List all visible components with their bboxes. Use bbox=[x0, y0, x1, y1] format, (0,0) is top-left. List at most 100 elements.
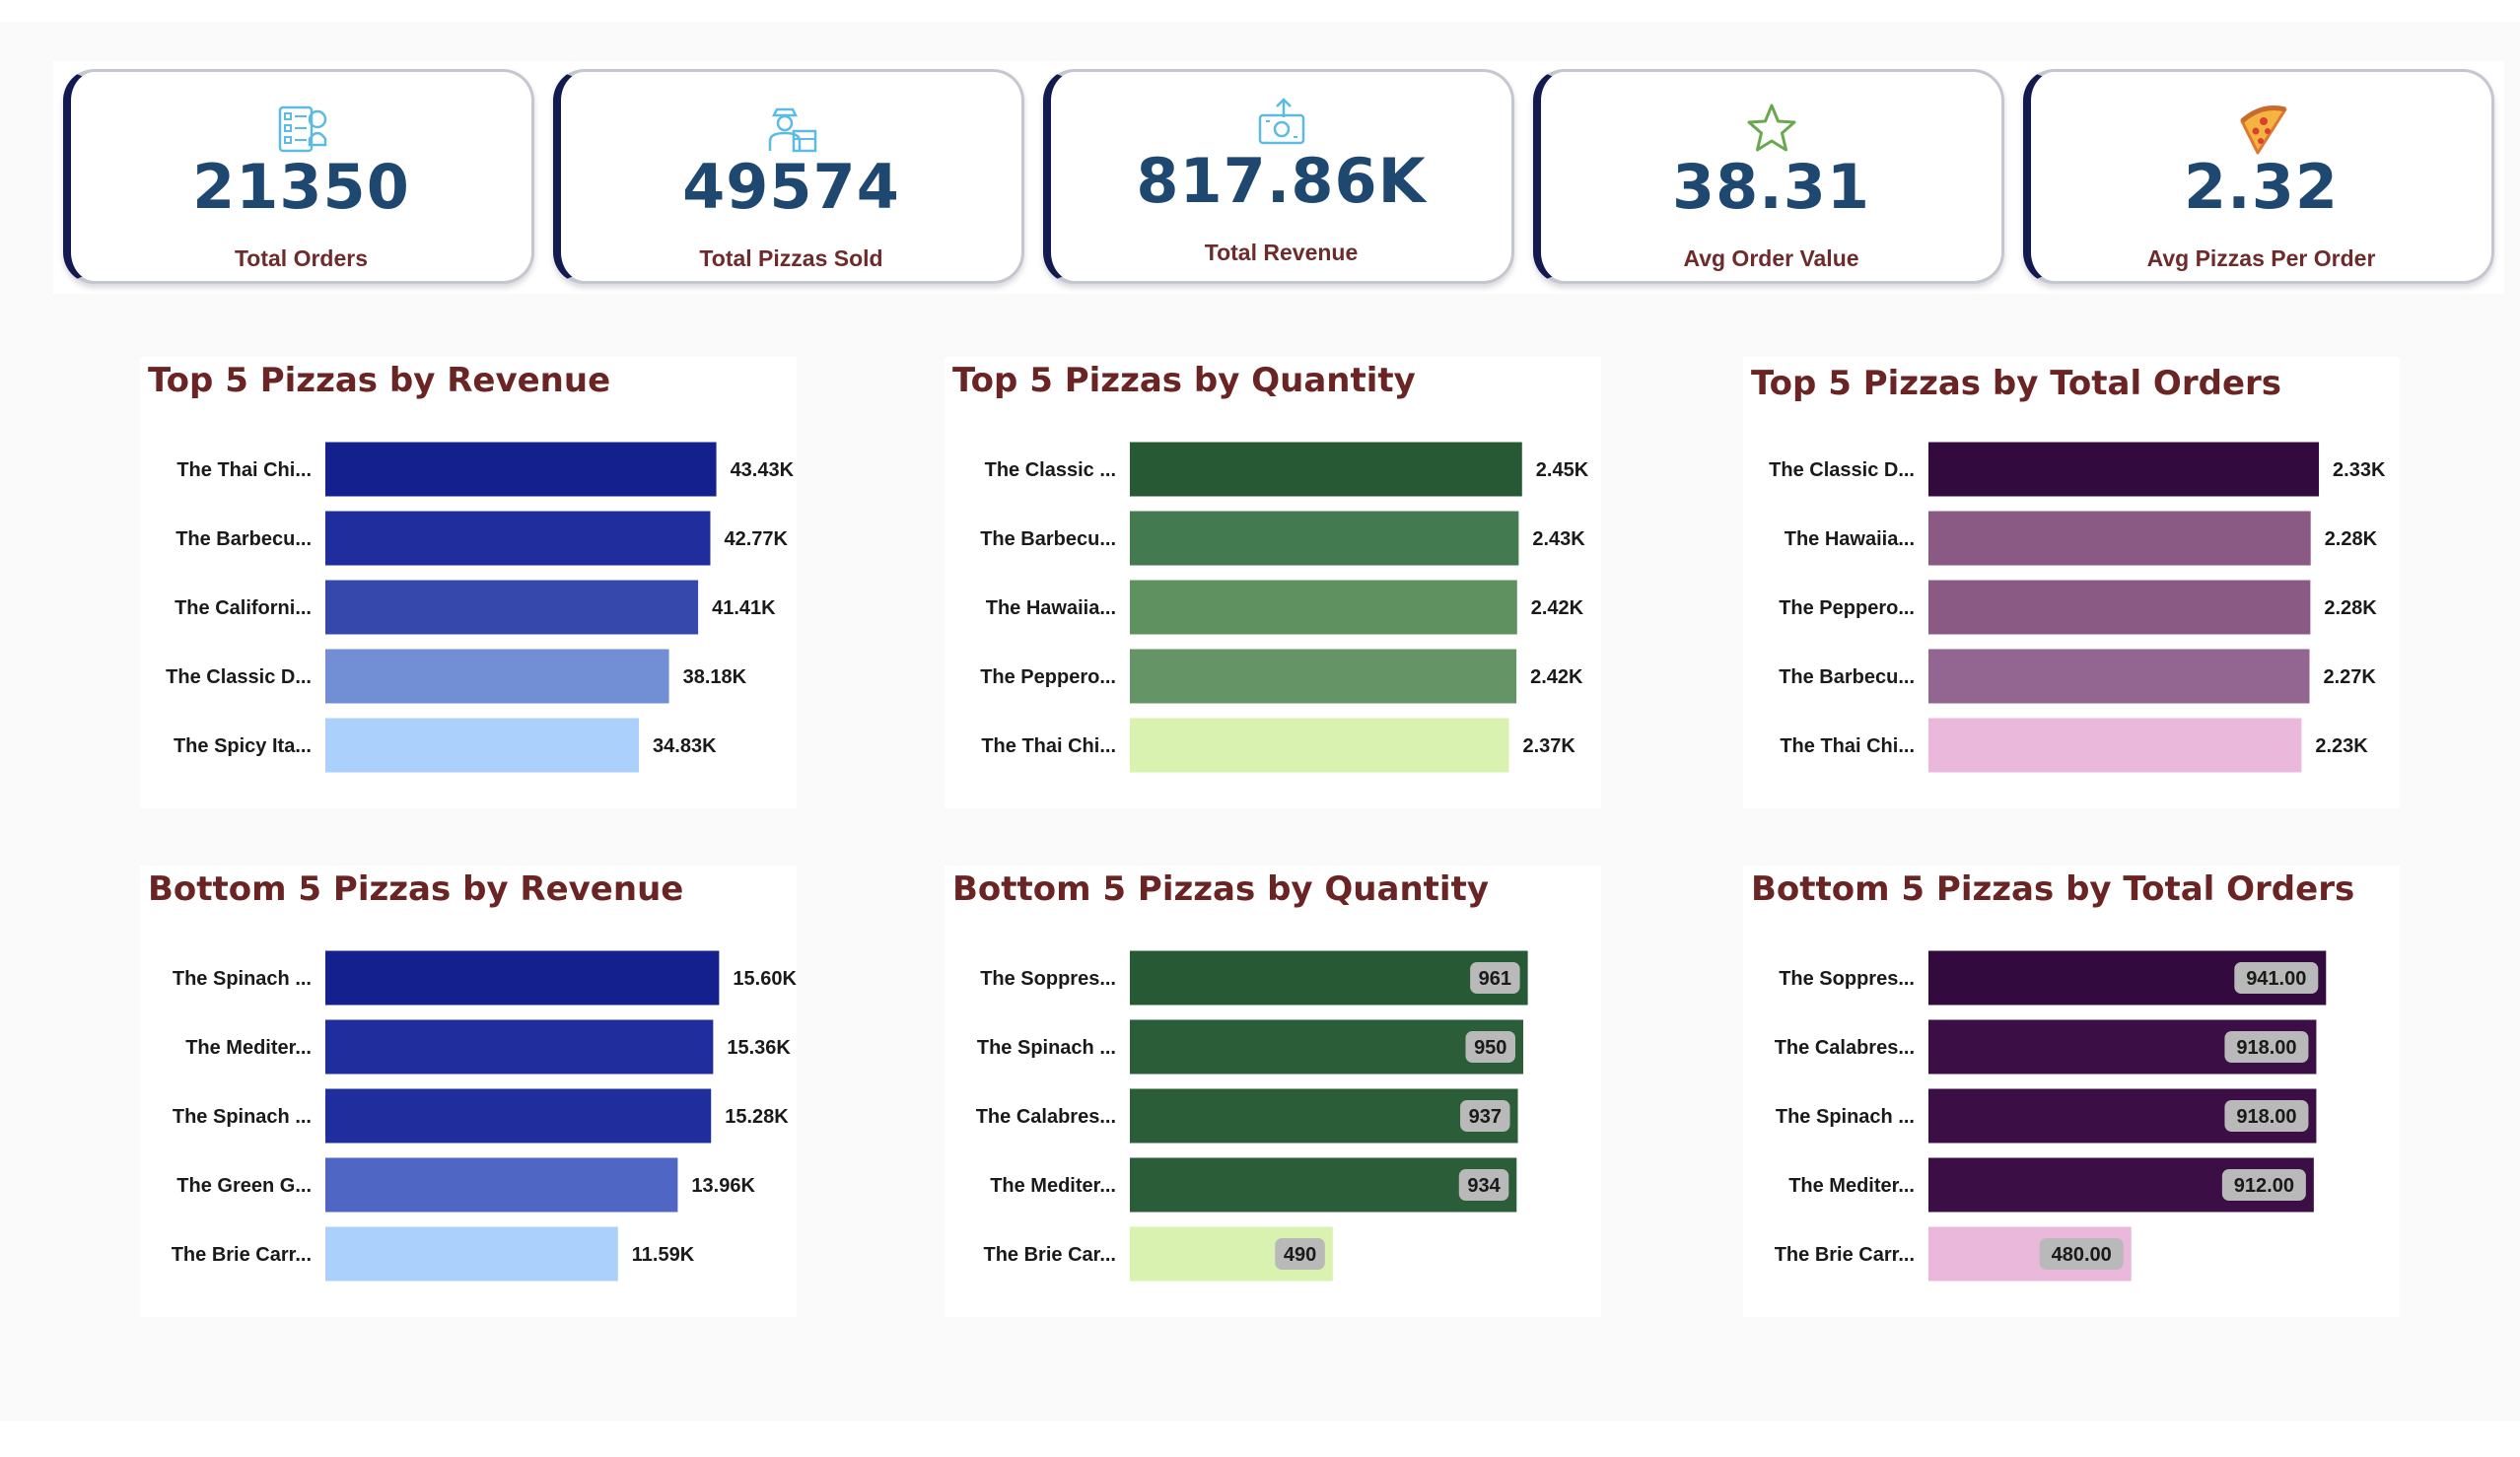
kpi-value: 2.32 bbox=[2184, 151, 2339, 223]
bar-chart: The Spinach ... 15.60K The Mediter... 15.36… bbox=[172, 950, 797, 1282]
data-label: 2.42K bbox=[1531, 597, 1584, 619]
bar bbox=[325, 580, 699, 635]
data-label: 2.42K bbox=[1530, 666, 1583, 688]
kpi-label: Total Revenue bbox=[1204, 240, 1359, 265]
category-label: The Thai Chi... bbox=[176, 459, 312, 481]
bar bbox=[1130, 649, 1517, 704]
bar bbox=[1130, 718, 1509, 773]
category-label: The Mediter... bbox=[1788, 1175, 1915, 1197]
data-label: 490 bbox=[1284, 1244, 1316, 1266]
category-label: The Barbecu... bbox=[980, 528, 1116, 550]
data-label: 13.96K bbox=[691, 1175, 755, 1197]
category-label: The Brie Car... bbox=[984, 1244, 1117, 1266]
kpi-label: Avg Order Value bbox=[1683, 245, 1859, 271]
kpi-card-avg-order-value[interactable]: 38.31 Avg Order Value bbox=[1533, 69, 2004, 284]
category-label: The Californi... bbox=[175, 597, 312, 619]
order-list-icon bbox=[278, 105, 326, 153]
bar-chart: The Soppres... 961 The Spinach ... 950 The C… bbox=[976, 950, 1528, 1282]
bar bbox=[1130, 442, 1522, 497]
category-label: The Hawaiia... bbox=[1785, 528, 1915, 550]
bar bbox=[325, 1157, 678, 1213]
bar bbox=[325, 1088, 712, 1144]
category-label: The Calabres... bbox=[976, 1106, 1116, 1128]
category-label: The Spinach ... bbox=[173, 1106, 312, 1128]
data-label: 43.43K bbox=[731, 459, 795, 481]
category-label: The Barbecu... bbox=[1779, 666, 1915, 688]
kpi-card-total-revenue[interactable]: 817.86K Total Revenue bbox=[1043, 69, 1514, 284]
category-label: The Classic D... bbox=[1769, 459, 1915, 481]
category-label: The Classic ... bbox=[985, 459, 1116, 481]
bar bbox=[325, 442, 717, 497]
bar bbox=[1130, 1019, 1523, 1075]
category-label: The Classic D... bbox=[166, 666, 312, 688]
bar bbox=[325, 1019, 714, 1075]
chart-top5-quantity: Top 5 Pizzas by Quantity The Classic ...… bbox=[945, 357, 1601, 808]
kpi-value: 817.86K bbox=[1136, 145, 1427, 217]
bar bbox=[1130, 511, 1519, 566]
category-label: The Green G... bbox=[176, 1175, 312, 1197]
data-label: 15.60K bbox=[733, 968, 797, 990]
money-upload-icon bbox=[1258, 98, 1304, 145]
category-label: The Spinach ... bbox=[1776, 1106, 1915, 1128]
category-label: The Spicy Ita... bbox=[174, 735, 312, 757]
category-label: The Thai Chi... bbox=[1780, 735, 1915, 757]
bar bbox=[1928, 442, 2320, 497]
delivery-person-icon bbox=[768, 107, 816, 153]
category-label: The Brie Carr... bbox=[1775, 1244, 1915, 1266]
category-label: The Mediter... bbox=[185, 1037, 312, 1059]
category-label: The Calabres... bbox=[1775, 1037, 1915, 1059]
category-label: The Thai Chi... bbox=[981, 735, 1116, 757]
chart-bottom5-revenue: Bottom 5 Pizzas by Revenue The Spinach .… bbox=[140, 866, 797, 1317]
bar bbox=[1130, 1088, 1518, 1144]
data-label: 11.59K bbox=[632, 1244, 695, 1266]
data-label: 42.77K bbox=[724, 528, 788, 550]
data-label: 2.28K bbox=[2324, 597, 2377, 619]
bar bbox=[1130, 950, 1528, 1006]
data-label: 38.18K bbox=[683, 666, 747, 688]
category-label: The Peppero... bbox=[1779, 597, 1915, 619]
data-label: 41.41K bbox=[712, 597, 776, 619]
bar-chart: The Classic D... 2.33K The Hawaiia... 2.28K… bbox=[1769, 442, 2386, 773]
kpi-card-avg-pizzas-per-order[interactable]: 2.32 Avg Pizzas Per Order bbox=[2023, 69, 2494, 284]
category-label: The Mediter... bbox=[990, 1175, 1116, 1197]
kpi-label: Total Orders bbox=[234, 245, 369, 271]
data-label: 480.00 bbox=[2052, 1244, 2112, 1266]
category-label: The Brie Carr... bbox=[172, 1244, 312, 1266]
chart-top5-revenue: Top 5 Pizzas by Revenue The Thai Chi... 4… bbox=[140, 357, 797, 808]
star-icon bbox=[1747, 104, 1795, 152]
kpi-value: 21350 bbox=[192, 151, 410, 223]
category-label: The Soppres... bbox=[980, 968, 1116, 990]
kpi-card-total-orders[interactable]: 21350 Total Orders bbox=[63, 69, 534, 284]
bar bbox=[1928, 649, 2310, 704]
bar bbox=[325, 718, 640, 773]
category-label: The Soppres... bbox=[1779, 968, 1915, 990]
bar-chart: The Classic ... 2.45K The Barbecu... 2.43K T… bbox=[980, 442, 1589, 773]
data-label: 34.83K bbox=[653, 735, 717, 757]
chart-top5-total-orders: Top 5 Pizzas by Total Orders The Classic… bbox=[1743, 357, 2400, 808]
data-label: 2.23K bbox=[2315, 735, 2368, 757]
data-label: 2.37K bbox=[1522, 735, 1575, 757]
bar bbox=[325, 1226, 618, 1282]
kpi-label: Total Pizzas Sold bbox=[699, 245, 883, 271]
data-label: 15.28K bbox=[725, 1106, 789, 1128]
bar bbox=[325, 511, 711, 566]
category-label: The Barbecu... bbox=[175, 528, 312, 550]
chart-bottom5-quantity: Bottom 5 Pizzas by Quantity The Soppres.… bbox=[945, 866, 1601, 1317]
data-label: 2.43K bbox=[1532, 528, 1585, 550]
category-label: The Spinach ... bbox=[977, 1037, 1116, 1059]
bar bbox=[325, 649, 669, 704]
data-label: 15.36K bbox=[727, 1037, 791, 1059]
data-label: 961 bbox=[1479, 968, 1511, 990]
pizza-slice-icon bbox=[2239, 105, 2286, 155]
data-label: 918.00 bbox=[2236, 1106, 2296, 1128]
kpi-card-total-pizzas-sold[interactable]: 49574 Total Pizzas Sold bbox=[553, 69, 1024, 284]
data-label: 912.00 bbox=[2234, 1175, 2294, 1197]
chart-bottom5-total-orders: Bottom 5 Pizzas by Total Orders The Sopp… bbox=[1743, 866, 2400, 1317]
bar bbox=[1928, 718, 2302, 773]
data-label: 2.27K bbox=[2324, 666, 2377, 688]
bar-chart: The Soppres... 941.00 The Calabres... 918.0… bbox=[1775, 950, 2327, 1282]
data-label: 918.00 bbox=[2236, 1037, 2296, 1059]
kpi-value: 38.31 bbox=[1671, 151, 1871, 223]
bar bbox=[1928, 511, 2311, 566]
category-label: The Spinach ... bbox=[173, 968, 312, 990]
